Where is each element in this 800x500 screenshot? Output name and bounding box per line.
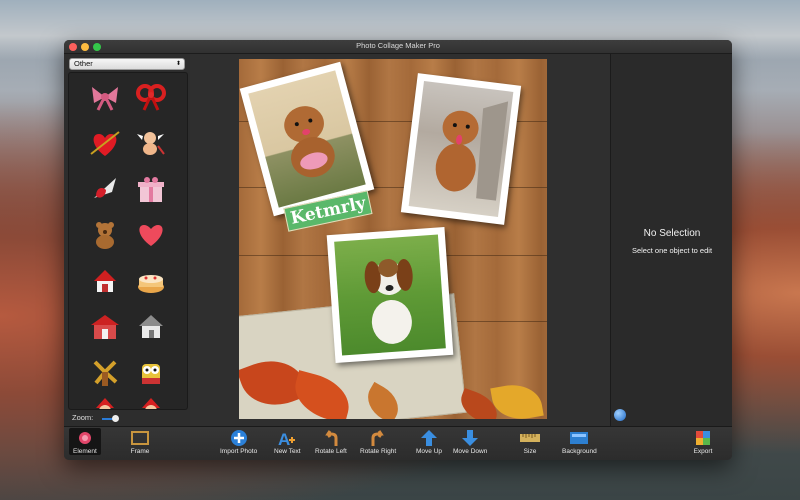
owl-icon[interactable]	[133, 355, 169, 391]
inspector-title: No Selection	[643, 228, 701, 239]
rotate-right-label: Rotate Right	[360, 448, 397, 455]
windmill-icon[interactable]	[87, 355, 123, 391]
move-up-label: Move Up	[416, 448, 443, 455]
heart-arrow-icon[interactable]	[87, 125, 123, 161]
element-button[interactable]: Element	[69, 428, 101, 455]
red-house-icon[interactable]	[87, 263, 123, 299]
element-library-panel: Other ⬍ Zoom:	[64, 54, 190, 426]
photo-poodle-2[interactable]	[400, 73, 522, 225]
rotate-right-icon	[368, 428, 388, 448]
move-down-button[interactable]: Move Down	[453, 428, 487, 455]
background-label: Background	[562, 448, 597, 455]
background-button[interactable]: Background	[562, 428, 597, 455]
rotate-right-button[interactable]: Rotate Right	[360, 428, 396, 455]
small-house-icon[interactable]	[133, 309, 169, 345]
rotate-left-button[interactable]: Rotate Left	[315, 428, 347, 455]
arrow-down-icon	[460, 428, 480, 448]
size-label: Size	[523, 448, 537, 455]
import-photo-label: Import Photo	[220, 448, 258, 455]
gift-box-icon[interactable]	[133, 171, 169, 207]
element-label: Element	[73, 448, 97, 455]
frame-button[interactable]: Frame	[130, 428, 150, 455]
zoom-label: Zoom:	[72, 413, 94, 422]
category-select-value: Other	[74, 59, 93, 68]
size-button[interactable]: Size	[520, 428, 540, 455]
element-icon	[75, 428, 95, 448]
ruler-icon	[520, 428, 540, 448]
new-text-button[interactable]: A New Text	[274, 428, 301, 455]
import-photo-button[interactable]: Import Photo	[220, 428, 257, 455]
rotate-left-icon	[321, 428, 341, 448]
background-icon	[569, 428, 589, 448]
inspector-panel: No Selection Select one object to edit	[610, 54, 732, 426]
zoom-slider-knob[interactable]	[112, 415, 119, 422]
frame-icon	[130, 428, 150, 448]
canvas-area: Ketmrly	[190, 54, 610, 426]
chevron-updown-icon: ⬍	[175, 61, 181, 67]
cake-icon[interactable]	[133, 263, 169, 299]
title-bar: Photo Collage Maker Pro	[64, 40, 732, 54]
bow-icon[interactable]	[87, 79, 123, 115]
collage-canvas[interactable]: Ketmrly	[239, 59, 547, 419]
plus-circle-icon	[229, 428, 249, 448]
category-select[interactable]: Other ⬍	[69, 58, 185, 70]
inspector-subtitle: Select one object to edit	[631, 246, 713, 255]
export-label: Export	[693, 448, 713, 455]
photo-beagle[interactable]	[326, 227, 454, 363]
move-up-button[interactable]: Move Up	[416, 428, 442, 455]
heart-icon[interactable]	[133, 217, 169, 253]
window-title: Photo Collage Maker Pro	[356, 41, 440, 50]
red-bow-icon[interactable]	[133, 79, 169, 115]
bottom-toolbar: Element Frame Import Photo A New Text Ro…	[64, 426, 732, 460]
element-grid[interactable]	[68, 72, 188, 410]
help-icon[interactable]	[614, 409, 626, 421]
rotate-left-label: Rotate Left	[315, 448, 347, 455]
teddy-bear-icon[interactable]	[87, 217, 123, 253]
export-icon	[693, 428, 713, 448]
move-down-label: Move Down	[453, 448, 488, 455]
cracked-heart-icon[interactable]	[87, 171, 123, 207]
text-add-icon: A	[277, 428, 297, 448]
frame-label: Frame	[130, 448, 150, 455]
cupid-icon[interactable]	[133, 125, 169, 161]
arrow-up-icon	[419, 428, 439, 448]
new-text-label: New Text	[274, 448, 301, 455]
santa-2-icon[interactable]	[133, 391, 169, 409]
autumn-leaf[interactable]	[490, 380, 544, 419]
app-window: Photo Collage Maker Pro Other⬍ Zoom: Ke	[64, 40, 732, 460]
export-button[interactable]: Export	[693, 428, 713, 455]
santa-icon[interactable]	[87, 391, 123, 409]
svg-text:A: A	[278, 430, 290, 447]
doghouse-icon[interactable]	[87, 309, 123, 345]
